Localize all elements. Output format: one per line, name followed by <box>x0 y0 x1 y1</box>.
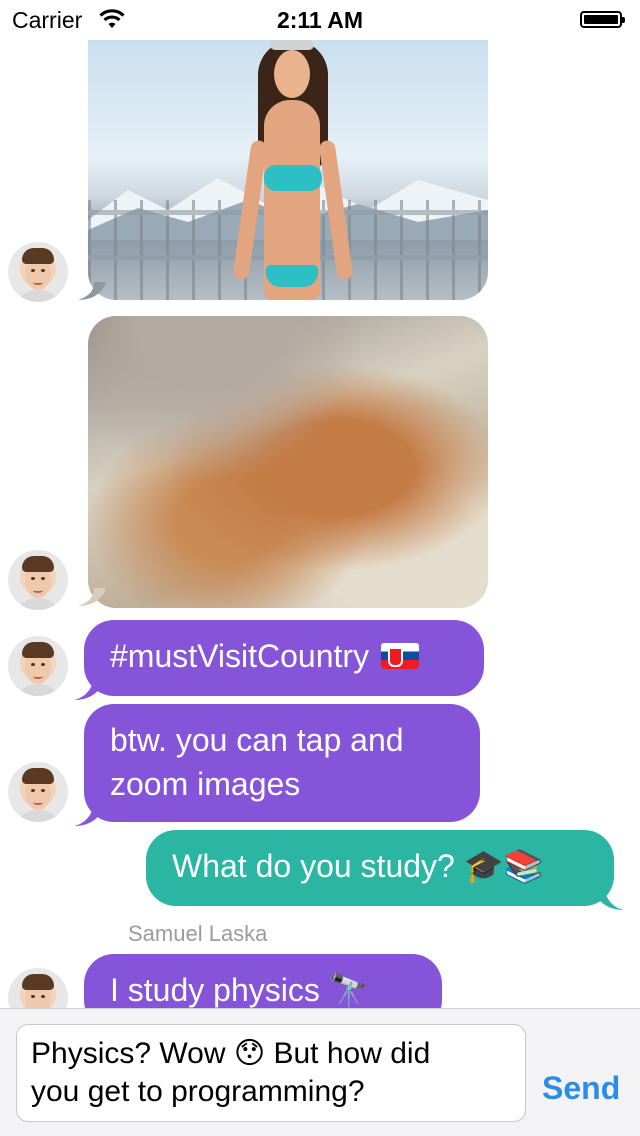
battery-icon <box>580 11 625 28</box>
clock: 2:11 AM <box>276 7 364 33</box>
sender-name: Samuel Laska <box>128 921 268 946</box>
message-text: What do you study? <box>172 848 455 884</box>
message-bubble-outgoing[interactable]: What do you study? 🎓📚 <box>146 830 624 910</box>
bubble-tail <box>74 678 100 700</box>
person-in-photo <box>232 40 354 300</box>
input-text: Physics? Wow <box>31 1037 226 1070</box>
message-bubble[interactable]: btw. you can tap and zoom images <box>74 704 480 826</box>
avatar[interactable] <box>8 242 68 302</box>
message-text: I study physics <box>110 972 320 1008</box>
bubble-tail <box>78 588 106 606</box>
message-bubble[interactable]: #mustVisitCountry <box>74 620 484 700</box>
message-text-line: btw. you can tap and <box>110 722 404 758</box>
bubble-tail <box>598 888 624 910</box>
input-text: you get to programming? <box>31 1075 365 1108</box>
avatar[interactable] <box>8 636 68 696</box>
hushed-face-emoji: 😯 <box>233 1036 266 1071</box>
bubble-tail <box>78 282 106 300</box>
status-bar: Carrier 2:11 AM <box>0 0 640 40</box>
slovakia-flag-icon <box>381 643 420 669</box>
message-text-line: zoom images <box>110 766 301 802</box>
message-text: #mustVisitCountry <box>110 638 370 674</box>
send-button[interactable]: Send <box>542 1070 620 1107</box>
input-text: But how did <box>273 1037 431 1070</box>
telescope-emoji: 🔭 <box>328 971 369 1009</box>
avatar[interactable] <box>8 762 68 822</box>
photo-message-food[interactable] <box>88 316 488 608</box>
bubble-tail <box>74 804 100 826</box>
graduation-books-emoji: 🎓📚 <box>463 847 544 885</box>
photo-message-skier[interactable] <box>88 40 488 300</box>
avatar[interactable] <box>8 550 68 610</box>
message-input[interactable]: Physics? Wow 😯 But how did you get to pr… <box>16 1024 526 1122</box>
